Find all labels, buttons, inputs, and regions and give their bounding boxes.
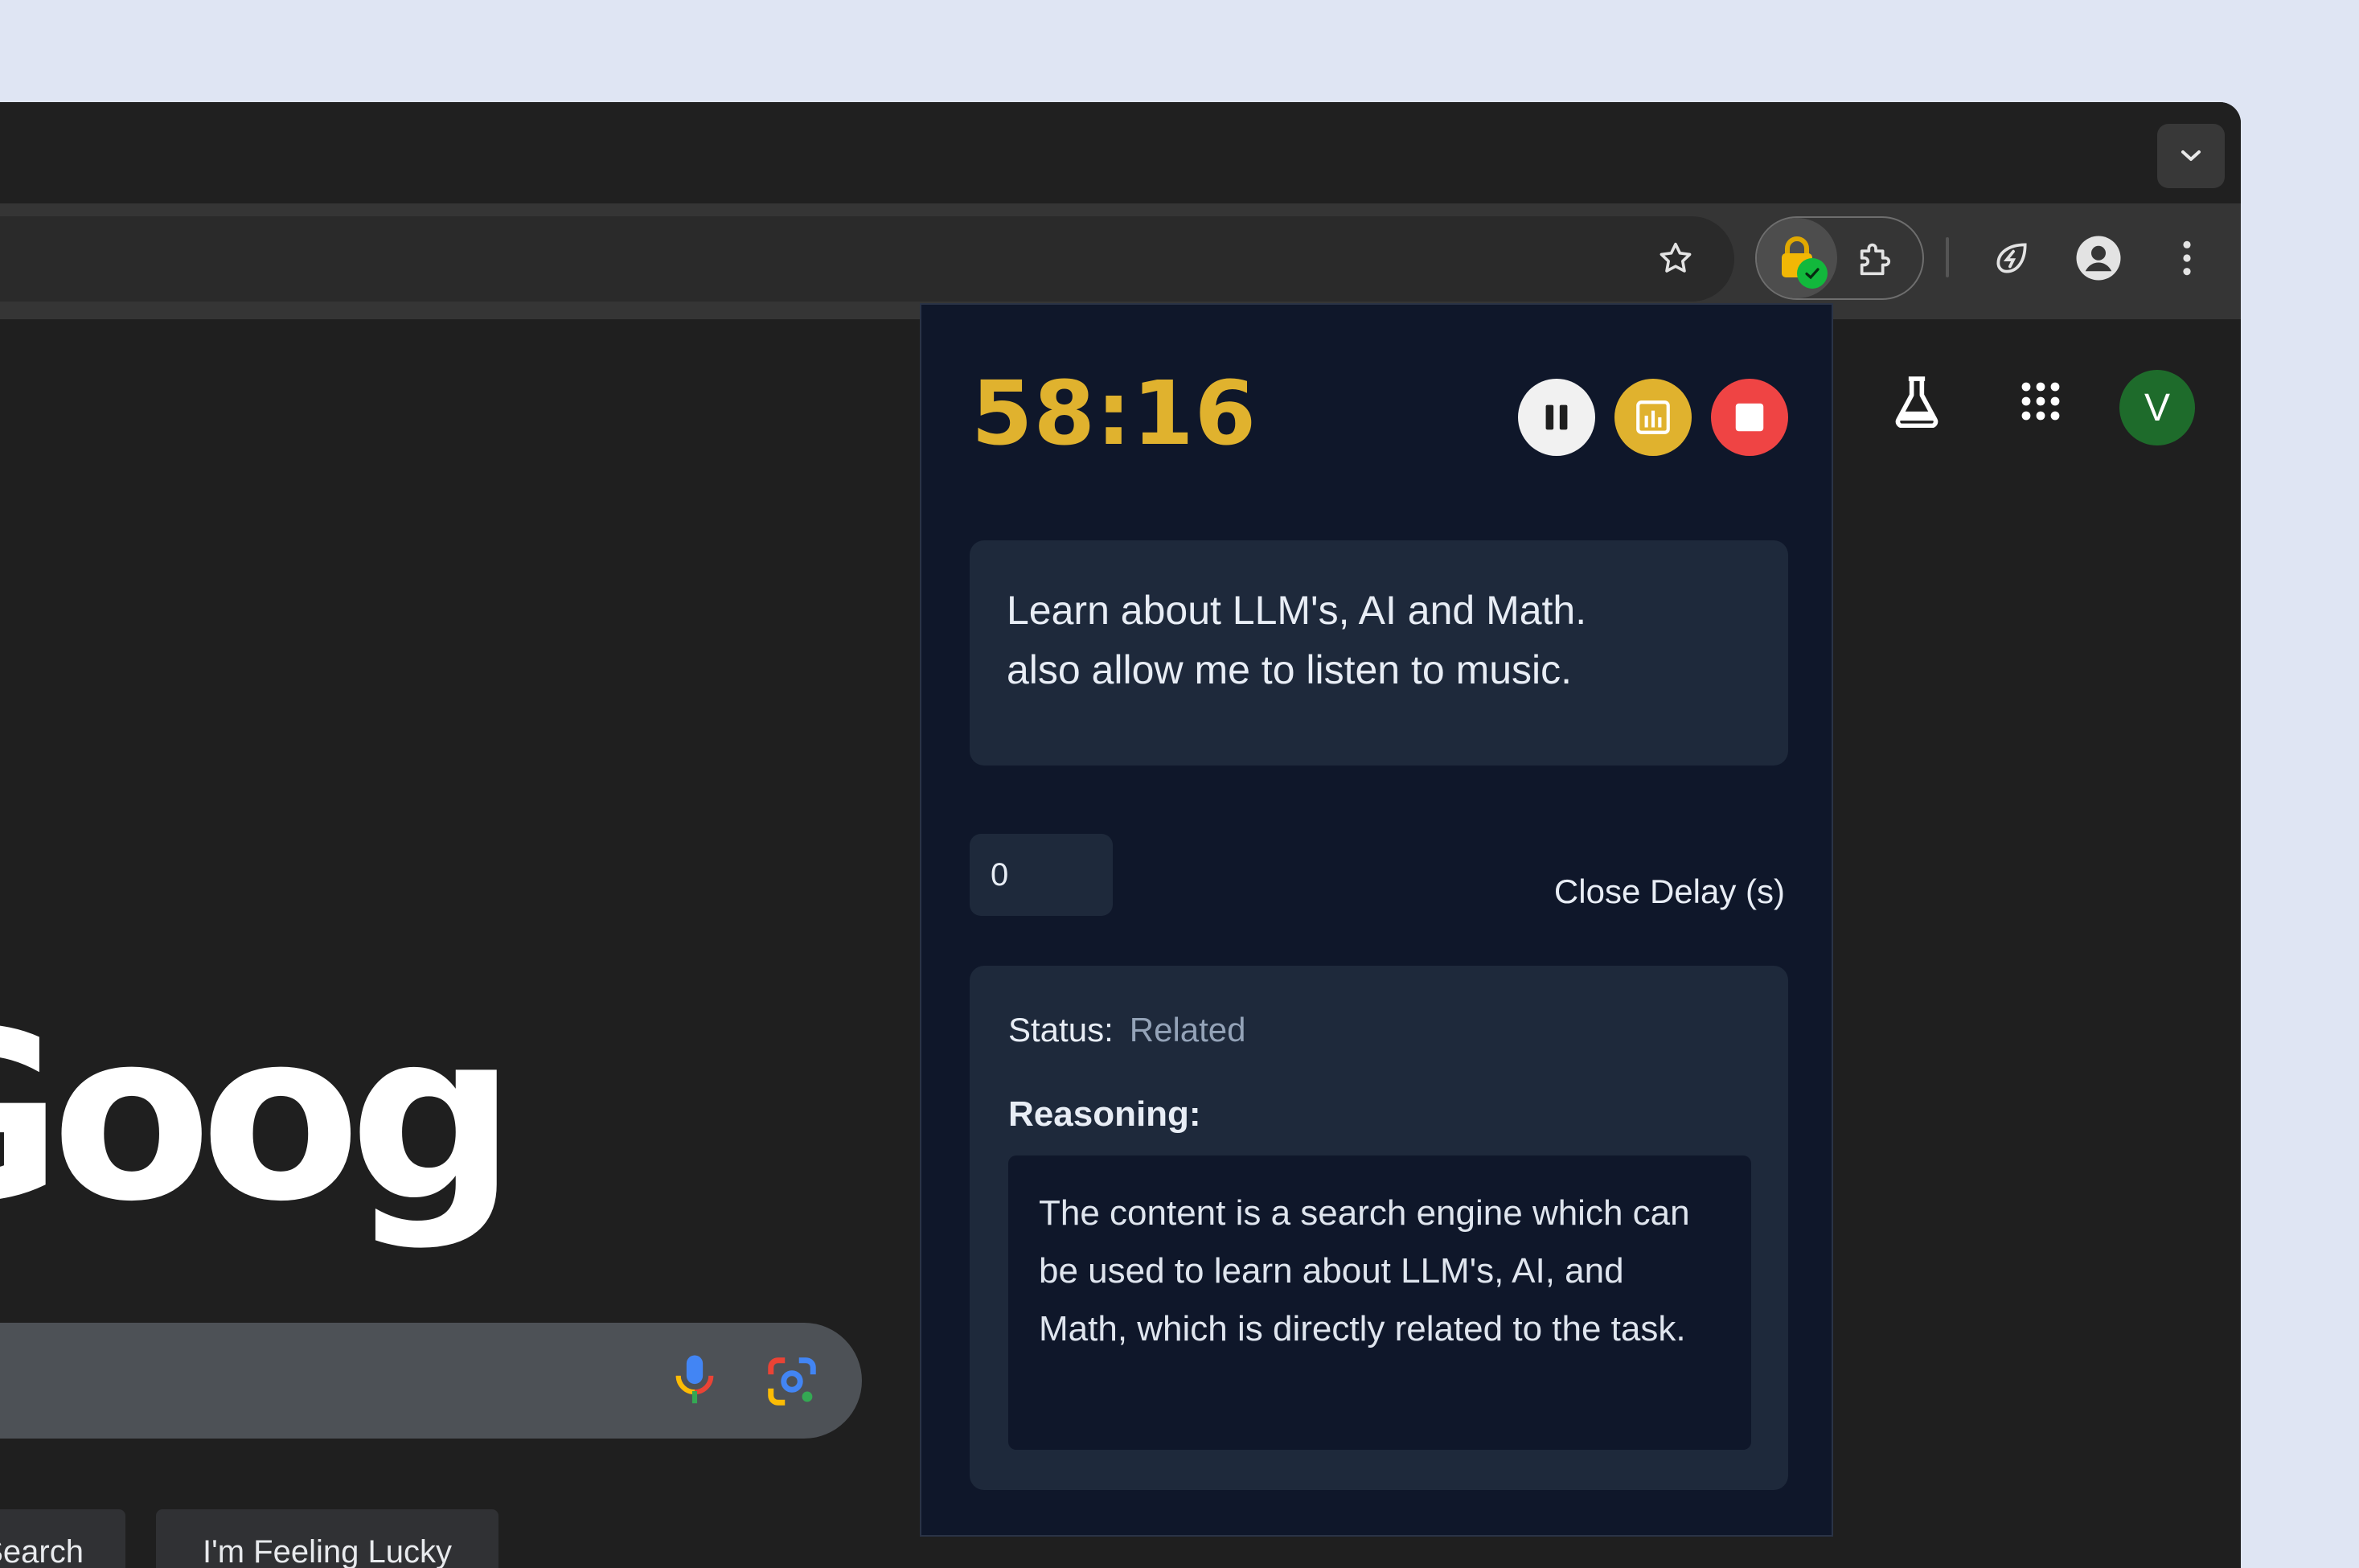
lock-extension-button[interactable] — [1757, 218, 1837, 298]
kebab-menu-icon[interactable] — [2161, 232, 2213, 284]
status-row: Status: Related — [1008, 1011, 1246, 1049]
status-label: Status: — [1008, 1011, 1114, 1049]
search-box[interactable] — [0, 1323, 862, 1439]
tab-search-button[interactable] — [2157, 124, 2225, 188]
google-search-label: Google Search — [0, 1533, 84, 1568]
microphone-icon[interactable] — [669, 1353, 720, 1406]
feeling-lucky-button[interactable]: I'm Feeling Lucky — [156, 1509, 498, 1568]
close-delay-input[interactable] — [970, 834, 1113, 916]
browser-toolbar — [0, 203, 2241, 319]
close-delay-label: Close Delay (s) — [1553, 872, 1785, 910]
task-description[interactable]: Learn about LLM's, AI and Math. also all… — [970, 540, 1788, 766]
labs-flask-icon[interactable] — [1885, 369, 1949, 433]
apps-grid-icon[interactable] — [2008, 369, 2073, 433]
stop-icon — [1735, 403, 1764, 432]
pause-icon — [1545, 404, 1568, 430]
toolbar-divider — [1946, 237, 1949, 277]
puzzle-icon[interactable] — [1852, 236, 1900, 284]
account-avatar[interactable]: V — [2119, 370, 2195, 445]
stop-button[interactable] — [1711, 379, 1788, 456]
session-timer: 58:16 — [971, 362, 1257, 465]
bookmark-star-icon[interactable] — [1652, 236, 1699, 282]
pause-button[interactable] — [1518, 379, 1595, 456]
tab-strip — [0, 102, 2241, 203]
performance-icon[interactable] — [1986, 232, 2037, 284]
stats-button[interactable] — [1614, 379, 1692, 456]
google-lens-icon[interactable] — [764, 1353, 820, 1410]
reasoning-label: Reasoning: — [1008, 1094, 1201, 1134]
status-value: Related — [1129, 1011, 1246, 1049]
check-icon — [1797, 258, 1828, 289]
extension-pill — [1755, 216, 1924, 300]
bar-chart-icon — [1636, 400, 1670, 434]
focus-extension-popup: 58:16 Learn about LLM's, AI and Math. al… — [920, 303, 1833, 1537]
google-logo: Google — [0, 982, 498, 1253]
profile-icon[interactable] — [2073, 232, 2124, 284]
google-search-button[interactable]: Google Search — [0, 1509, 125, 1568]
feeling-lucky-label: I'm Feeling Lucky — [203, 1533, 452, 1568]
address-bar[interactable] — [0, 216, 1734, 302]
reasoning-text: The content is a search engine which can… — [1008, 1155, 1751, 1450]
chevron-down-icon — [2181, 150, 2201, 161]
status-card: Status: Related Reasoning: The content is… — [970, 966, 1788, 1490]
